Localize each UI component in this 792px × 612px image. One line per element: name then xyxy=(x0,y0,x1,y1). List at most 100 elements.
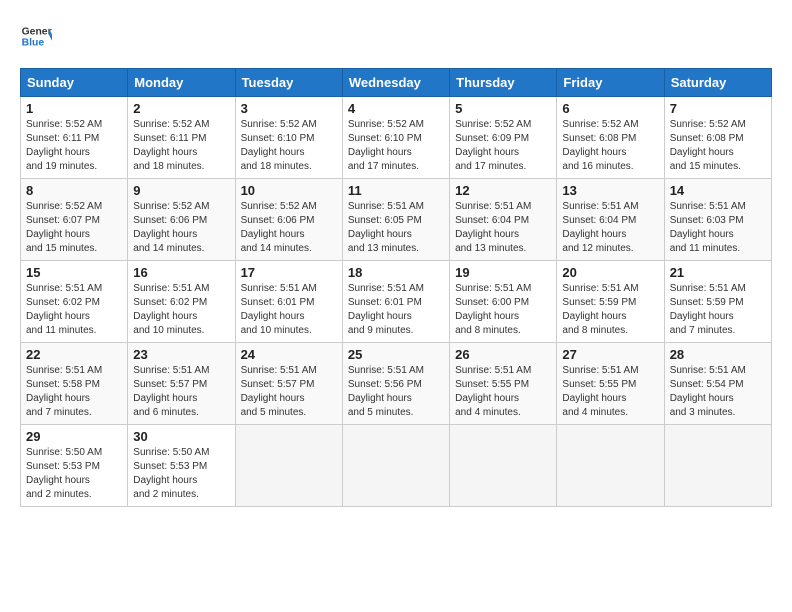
day-cell: 22 Sunrise: 5:51 AM Sunset: 5:58 PM Dayl… xyxy=(21,343,128,425)
day-number: 19 xyxy=(455,265,551,280)
day-info: Sunrise: 5:51 AM Sunset: 5:56 PM Dayligh… xyxy=(348,364,444,420)
day-cell: 11 Sunrise: 5:51 AM Sunset: 6:05 PM Dayl… xyxy=(342,179,449,261)
day-cell: 12 Sunrise: 5:51 AM Sunset: 6:04 PM Dayl… xyxy=(450,179,557,261)
day-cell: 2 Sunrise: 5:52 AM Sunset: 6:11 PM Dayli… xyxy=(128,97,235,179)
day-info: Sunrise: 5:51 AM Sunset: 6:02 PM Dayligh… xyxy=(26,282,122,338)
day-cell xyxy=(664,425,771,507)
day-info: Sunrise: 5:51 AM Sunset: 5:55 PM Dayligh… xyxy=(562,364,658,420)
day-info: Sunrise: 5:51 AM Sunset: 6:03 PM Dayligh… xyxy=(670,200,766,256)
day-cell: 20 Sunrise: 5:51 AM Sunset: 5:59 PM Dayl… xyxy=(557,261,664,343)
day-info: Sunrise: 5:51 AM Sunset: 6:01 PM Dayligh… xyxy=(241,282,337,338)
svg-text:Blue: Blue xyxy=(22,38,45,49)
day-cell: 16 Sunrise: 5:51 AM Sunset: 6:02 PM Dayl… xyxy=(128,261,235,343)
week-row-3: 15 Sunrise: 5:51 AM Sunset: 6:02 PM Dayl… xyxy=(21,261,772,343)
day-cell: 21 Sunrise: 5:51 AM Sunset: 5:59 PM Dayl… xyxy=(664,261,771,343)
day-number: 1 xyxy=(26,101,122,116)
day-number: 11 xyxy=(348,183,444,198)
day-number: 23 xyxy=(133,347,229,362)
day-cell: 26 Sunrise: 5:51 AM Sunset: 5:55 PM Dayl… xyxy=(450,343,557,425)
day-info: Sunrise: 5:52 AM Sunset: 6:07 PM Dayligh… xyxy=(26,200,122,256)
day-info: Sunrise: 5:52 AM Sunset: 6:08 PM Dayligh… xyxy=(670,118,766,174)
day-cell: 24 Sunrise: 5:51 AM Sunset: 5:57 PM Dayl… xyxy=(235,343,342,425)
col-header-monday: Monday xyxy=(128,69,235,97)
day-cell: 23 Sunrise: 5:51 AM Sunset: 5:57 PM Dayl… xyxy=(128,343,235,425)
day-info: Sunrise: 5:52 AM Sunset: 6:11 PM Dayligh… xyxy=(26,118,122,174)
day-cell: 28 Sunrise: 5:51 AM Sunset: 5:54 PM Dayl… xyxy=(664,343,771,425)
day-info: Sunrise: 5:52 AM Sunset: 6:08 PM Dayligh… xyxy=(562,118,658,174)
day-info: Sunrise: 5:51 AM Sunset: 6:00 PM Dayligh… xyxy=(455,282,551,338)
day-cell xyxy=(342,425,449,507)
day-cell: 5 Sunrise: 5:52 AM Sunset: 6:09 PM Dayli… xyxy=(450,97,557,179)
day-number: 30 xyxy=(133,429,229,444)
day-number: 26 xyxy=(455,347,551,362)
day-cell: 6 Sunrise: 5:52 AM Sunset: 6:08 PM Dayli… xyxy=(557,97,664,179)
col-header-saturday: Saturday xyxy=(664,69,771,97)
col-header-friday: Friday xyxy=(557,69,664,97)
day-number: 3 xyxy=(241,101,337,116)
day-number: 22 xyxy=(26,347,122,362)
day-info: Sunrise: 5:52 AM Sunset: 6:11 PM Dayligh… xyxy=(133,118,229,174)
day-info: Sunrise: 5:52 AM Sunset: 6:10 PM Dayligh… xyxy=(348,118,444,174)
day-number: 17 xyxy=(241,265,337,280)
day-number: 16 xyxy=(133,265,229,280)
day-cell: 3 Sunrise: 5:52 AM Sunset: 6:10 PM Dayli… xyxy=(235,97,342,179)
day-number: 12 xyxy=(455,183,551,198)
week-row-5: 29 Sunrise: 5:50 AM Sunset: 5:53 PM Dayl… xyxy=(21,425,772,507)
calendar-table: SundayMondayTuesdayWednesdayThursdayFrid… xyxy=(20,68,772,507)
day-number: 13 xyxy=(562,183,658,198)
day-info: Sunrise: 5:51 AM Sunset: 5:55 PM Dayligh… xyxy=(455,364,551,420)
day-cell: 9 Sunrise: 5:52 AM Sunset: 6:06 PM Dayli… xyxy=(128,179,235,261)
day-number: 4 xyxy=(348,101,444,116)
day-number: 14 xyxy=(670,183,766,198)
day-number: 8 xyxy=(26,183,122,198)
day-info: Sunrise: 5:51 AM Sunset: 6:04 PM Dayligh… xyxy=(562,200,658,256)
col-header-sunday: Sunday xyxy=(21,69,128,97)
day-cell: 14 Sunrise: 5:51 AM Sunset: 6:03 PM Dayl… xyxy=(664,179,771,261)
day-number: 24 xyxy=(241,347,337,362)
day-number: 10 xyxy=(241,183,337,198)
logo: General Blue xyxy=(20,20,56,52)
day-cell: 27 Sunrise: 5:51 AM Sunset: 5:55 PM Dayl… xyxy=(557,343,664,425)
day-cell: 15 Sunrise: 5:51 AM Sunset: 6:02 PM Dayl… xyxy=(21,261,128,343)
logo-icon: General Blue xyxy=(20,20,52,52)
day-number: 15 xyxy=(26,265,122,280)
day-info: Sunrise: 5:51 AM Sunset: 5:54 PM Dayligh… xyxy=(670,364,766,420)
day-number: 25 xyxy=(348,347,444,362)
day-info: Sunrise: 5:50 AM Sunset: 5:53 PM Dayligh… xyxy=(133,446,229,502)
day-number: 18 xyxy=(348,265,444,280)
day-info: Sunrise: 5:51 AM Sunset: 6:01 PM Dayligh… xyxy=(348,282,444,338)
col-header-thursday: Thursday xyxy=(450,69,557,97)
day-number: 21 xyxy=(670,265,766,280)
day-cell xyxy=(450,425,557,507)
day-cell: 19 Sunrise: 5:51 AM Sunset: 6:00 PM Dayl… xyxy=(450,261,557,343)
header-row: SundayMondayTuesdayWednesdayThursdayFrid… xyxy=(21,69,772,97)
day-cell: 4 Sunrise: 5:52 AM Sunset: 6:10 PM Dayli… xyxy=(342,97,449,179)
day-cell: 17 Sunrise: 5:51 AM Sunset: 6:01 PM Dayl… xyxy=(235,261,342,343)
day-number: 5 xyxy=(455,101,551,116)
week-row-4: 22 Sunrise: 5:51 AM Sunset: 5:58 PM Dayl… xyxy=(21,343,772,425)
day-number: 6 xyxy=(562,101,658,116)
page-header: General Blue xyxy=(20,20,772,52)
day-cell xyxy=(235,425,342,507)
col-header-tuesday: Tuesday xyxy=(235,69,342,97)
day-info: Sunrise: 5:51 AM Sunset: 6:04 PM Dayligh… xyxy=(455,200,551,256)
day-info: Sunrise: 5:51 AM Sunset: 5:59 PM Dayligh… xyxy=(562,282,658,338)
day-info: Sunrise: 5:51 AM Sunset: 6:02 PM Dayligh… xyxy=(133,282,229,338)
col-header-wednesday: Wednesday xyxy=(342,69,449,97)
day-number: 2 xyxy=(133,101,229,116)
day-info: Sunrise: 5:52 AM Sunset: 6:10 PM Dayligh… xyxy=(241,118,337,174)
day-number: 9 xyxy=(133,183,229,198)
day-cell: 29 Sunrise: 5:50 AM Sunset: 5:53 PM Dayl… xyxy=(21,425,128,507)
day-info: Sunrise: 5:52 AM Sunset: 6:06 PM Dayligh… xyxy=(133,200,229,256)
day-cell: 8 Sunrise: 5:52 AM Sunset: 6:07 PM Dayli… xyxy=(21,179,128,261)
week-row-2: 8 Sunrise: 5:52 AM Sunset: 6:07 PM Dayli… xyxy=(21,179,772,261)
day-cell: 30 Sunrise: 5:50 AM Sunset: 5:53 PM Dayl… xyxy=(128,425,235,507)
day-cell: 13 Sunrise: 5:51 AM Sunset: 6:04 PM Dayl… xyxy=(557,179,664,261)
day-cell: 1 Sunrise: 5:52 AM Sunset: 6:11 PM Dayli… xyxy=(21,97,128,179)
day-info: Sunrise: 5:51 AM Sunset: 5:59 PM Dayligh… xyxy=(670,282,766,338)
day-info: Sunrise: 5:51 AM Sunset: 5:58 PM Dayligh… xyxy=(26,364,122,420)
day-cell: 18 Sunrise: 5:51 AM Sunset: 6:01 PM Dayl… xyxy=(342,261,449,343)
day-cell xyxy=(557,425,664,507)
svg-text:General: General xyxy=(22,26,52,37)
day-info: Sunrise: 5:50 AM Sunset: 5:53 PM Dayligh… xyxy=(26,446,122,502)
